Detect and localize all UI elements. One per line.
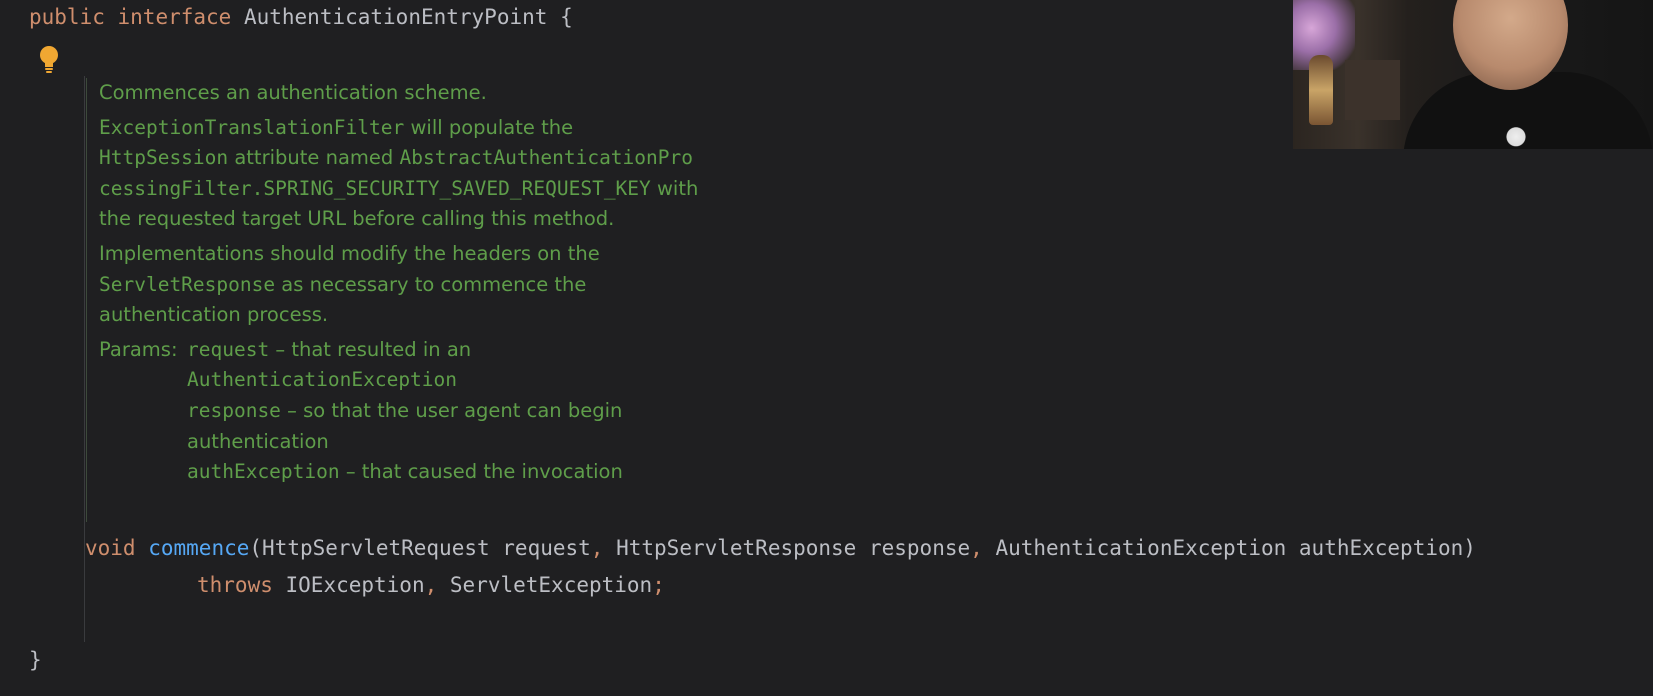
- doc-paragraph-implementations: Implementations should modify the header…: [99, 239, 699, 331]
- comma: ,: [970, 536, 983, 560]
- comma: ,: [590, 536, 604, 560]
- doc-paragraph-filter: ExceptionTranslationFilter will populate…: [99, 113, 699, 235]
- param-name-response: response: [868, 536, 971, 560]
- webcam-shirt-logo: [1496, 120, 1536, 148]
- param-name-exception: authException: [1298, 536, 1464, 560]
- param-desc: – that resulted in an: [269, 337, 472, 361]
- param-auth-exception: authException – that caused the invocati…: [187, 457, 699, 488]
- params-list: request – that resulted in an Authentica…: [187, 335, 699, 488]
- keyword-void: void: [85, 536, 136, 560]
- keyword-public: public: [29, 5, 105, 29]
- param-name: request: [187, 337, 270, 361]
- params-label: Params:: [99, 337, 178, 361]
- param-response: response – so that the user agent can be…: [187, 396, 699, 457]
- interface-declaration-line[interactable]: public interface AuthenticationEntryPoin…: [29, 2, 573, 32]
- param-request: request – that resulted in an Authentica…: [187, 335, 699, 396]
- lightbulb-icon[interactable]: [37, 44, 61, 74]
- keyword-interface: interface: [117, 5, 232, 29]
- param-name: authException: [187, 460, 340, 484]
- comma: ,: [424, 573, 438, 597]
- doc-comment-guide: [86, 78, 87, 522]
- method-signature-line[interactable]: void commence(HttpServletRequest request…: [85, 533, 1476, 563]
- doc-text: will populate the: [404, 115, 574, 139]
- param-name-request: request: [502, 536, 591, 560]
- doc-text: Implementations should modify the header…: [99, 241, 600, 265]
- brace-close: }: [29, 648, 42, 672]
- doc-summary: Commences an authentication scheme.: [99, 81, 487, 104]
- webcam-overlay: [1293, 0, 1653, 149]
- param-type-exception[interactable]: AuthenticationException: [995, 536, 1286, 560]
- doc-code-authentication-exception[interactable]: AuthenticationException: [187, 368, 457, 391]
- rendered-javadoc[interactable]: Commences an authentication scheme. Exce…: [99, 78, 699, 488]
- paren-close: ): [1463, 536, 1476, 560]
- param-type-response[interactable]: HttpServletResponse: [616, 536, 856, 560]
- doc-params: Params: request – that resulted in an Au…: [99, 335, 699, 488]
- doc-code-servlet-response[interactable]: ServletResponse: [99, 273, 275, 296]
- brace-open: {: [560, 5, 573, 29]
- exception-io[interactable]: IOException: [286, 573, 425, 597]
- paren-open: (: [249, 536, 263, 560]
- exception-servlet[interactable]: ServletException: [450, 573, 652, 597]
- doc-text: attribute named: [228, 146, 400, 170]
- param-name: response: [187, 398, 281, 422]
- throws-line[interactable]: throws IOException, ServletException;: [197, 570, 665, 600]
- interface-name[interactable]: AuthenticationEntryPoint: [244, 5, 547, 29]
- code-editor[interactable]: public interface AuthenticationEntryPoin…: [0, 0, 1653, 696]
- keyword-throws: throws: [197, 573, 273, 597]
- doc-code-exception-translation-filter[interactable]: ExceptionTranslationFilter: [99, 116, 404, 139]
- method-name[interactable]: commence: [148, 536, 249, 560]
- param-desc: – that caused the invocation: [339, 460, 623, 484]
- webcam-vase: [1309, 55, 1333, 125]
- webcam-shelf: [1345, 60, 1400, 120]
- param-type-request[interactable]: HttpServletRequest: [262, 536, 490, 560]
- semicolon: ;: [652, 573, 665, 597]
- doc-code-http-session[interactable]: HttpSession: [99, 146, 228, 169]
